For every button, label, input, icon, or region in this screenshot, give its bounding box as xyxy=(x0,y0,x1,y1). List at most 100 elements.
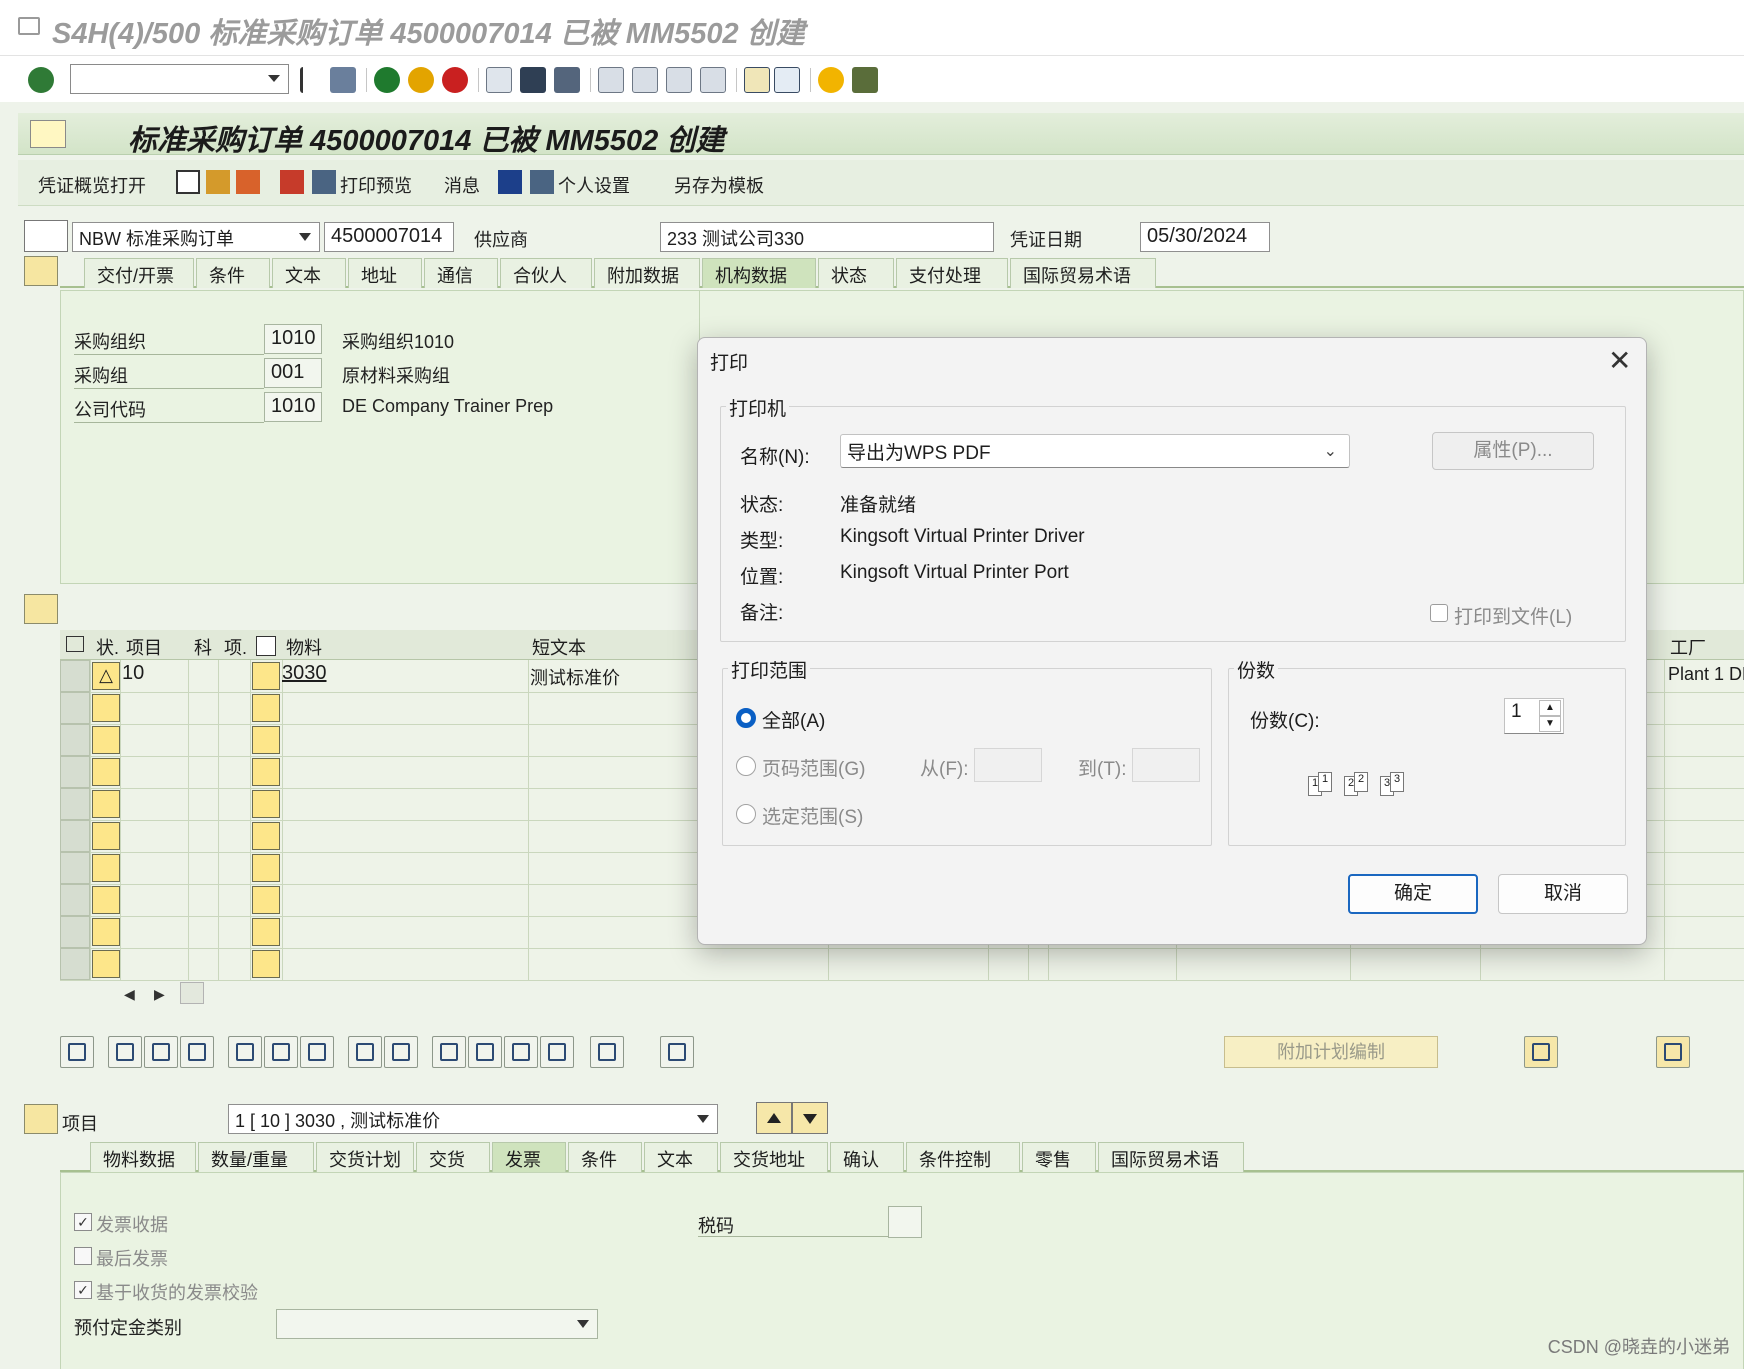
org-code-field[interactable]: 001 xyxy=(264,358,322,388)
item-cat-cell[interactable] xyxy=(252,886,280,914)
row-selector[interactable] xyxy=(60,884,90,916)
column-select-icon[interactable] xyxy=(256,636,276,656)
doc-date-field[interactable]: 05/30/2024 xyxy=(1140,222,1270,252)
col-short-text[interactable]: 短文本 xyxy=(528,630,590,660)
range-pages-radio[interactable] xyxy=(736,756,756,776)
po-number-field[interactable]: 4500007014 xyxy=(324,222,454,252)
delete-icon[interactable] xyxy=(228,1036,262,1068)
messages-button[interactable]: 消息 xyxy=(444,172,480,198)
print-to-file-checkbox[interactable] xyxy=(1430,604,1448,622)
item-tab-7[interactable]: 交货地址 xyxy=(720,1142,828,1172)
other-po-icon[interactable] xyxy=(236,170,260,194)
personal-settings-button[interactable]: 个人设置 xyxy=(558,172,630,198)
insert-row-icon[interactable] xyxy=(144,1036,178,1068)
row-selector[interactable] xyxy=(60,852,90,884)
back-icon[interactable] xyxy=(374,67,400,93)
col-account[interactable]: 科 xyxy=(190,630,216,660)
previous-item-button[interactable] xyxy=(756,1102,792,1134)
org-code-field[interactable]: 1010 xyxy=(264,392,322,422)
invoice-receipt-checkbox[interactable]: ✓ xyxy=(74,1213,92,1231)
status-cell[interactable] xyxy=(92,886,120,914)
item-tab-3[interactable]: 交货 xyxy=(416,1142,490,1172)
filter-set-icon[interactable] xyxy=(504,1036,538,1068)
status-cell[interactable] xyxy=(92,854,120,882)
header-tab-1[interactable]: 条件 xyxy=(196,258,270,288)
status-cell[interactable] xyxy=(92,918,120,946)
org-code-field[interactable]: 1010 xyxy=(264,324,322,354)
sum-icon[interactable] xyxy=(432,1036,466,1068)
status-cell[interactable] xyxy=(92,950,120,978)
header-tab-0[interactable]: 交付/开票 xyxy=(84,258,194,288)
print-preview-icon[interactable] xyxy=(312,170,336,194)
additional-planning-button[interactable]: 附加计划编制 xyxy=(1224,1036,1438,1068)
detail-icon[interactable] xyxy=(60,1036,94,1068)
from-page-input[interactable] xyxy=(974,748,1042,782)
vendor-field[interactable]: 233 测试公司330 xyxy=(660,222,994,252)
item-tab-8[interactable]: 确认 xyxy=(830,1142,904,1172)
item-tab-10[interactable]: 零售 xyxy=(1022,1142,1096,1172)
cancel-button[interactable]: 取消 xyxy=(1498,874,1628,914)
item-cat-cell[interactable] xyxy=(252,758,280,786)
gr-based-iv-checkbox[interactable]: ✓ xyxy=(74,1281,92,1299)
next-page-icon[interactable] xyxy=(666,67,692,93)
properties-button[interactable]: 属性(P)... xyxy=(1432,432,1594,470)
item-cat-cell[interactable] xyxy=(252,918,280,946)
copies-stepper[interactable]: 1 ▲ ▼ xyxy=(1504,698,1564,734)
cancel-icon[interactable] xyxy=(442,67,468,93)
item-tab-0[interactable]: 物料数据 xyxy=(90,1142,196,1172)
item-tab-11[interactable]: 国际贸易术语 xyxy=(1098,1142,1244,1172)
info-icon[interactable] xyxy=(498,170,522,194)
unlock-icon[interactable] xyxy=(300,1036,334,1068)
print-preview-button[interactable]: 打印预览 xyxy=(340,172,412,198)
status-cell[interactable] xyxy=(92,726,120,754)
back-arrow-icon[interactable] xyxy=(300,67,316,93)
scroll-left-icon[interactable]: ◀ xyxy=(124,986,135,1003)
item-tab-5[interactable]: 条件 xyxy=(568,1142,642,1172)
document-icon[interactable] xyxy=(30,120,66,148)
help-icon[interactable] xyxy=(818,67,844,93)
save-icon[interactable] xyxy=(330,67,356,93)
lock-icon[interactable] xyxy=(264,1036,298,1068)
item-cat-cell[interactable] xyxy=(252,694,280,722)
item-tab-4[interactable]: 发票 xyxy=(492,1142,566,1172)
expand-items-icon[interactable] xyxy=(24,594,58,624)
exit-icon[interactable] xyxy=(408,67,434,93)
stepper-down-icon[interactable]: ▼ xyxy=(1539,716,1561,732)
header-tab-9[interactable]: 支付处理 xyxy=(896,258,1008,288)
item-cat-cell[interactable] xyxy=(252,950,280,978)
export-icon[interactable] xyxy=(1656,1036,1690,1068)
col-plant[interactable]: 工厂 xyxy=(1666,630,1710,660)
copy-item-icon[interactable] xyxy=(108,1036,142,1068)
filter-icon[interactable] xyxy=(468,1036,502,1068)
item-tab-6[interactable]: 文本 xyxy=(644,1142,718,1172)
item-tab-2[interactable]: 交货计划 xyxy=(316,1142,414,1172)
create-icon[interactable] xyxy=(176,170,200,194)
close-icon[interactable]: ✕ xyxy=(1608,344,1631,377)
cart-icon[interactable] xyxy=(24,220,68,252)
downpayment-select[interactable] xyxy=(276,1309,598,1339)
shortcut-icon[interactable] xyxy=(774,67,800,93)
row-selector[interactable] xyxy=(60,660,90,692)
header-tab-10[interactable]: 国际贸易术语 xyxy=(1010,258,1156,288)
final-invoice-checkbox[interactable] xyxy=(74,1247,92,1265)
currency-icon[interactable] xyxy=(1524,1036,1558,1068)
col-status[interactable]: 状. xyxy=(92,630,123,660)
next-item-button[interactable] xyxy=(792,1102,828,1134)
row-selector[interactable] xyxy=(60,820,90,852)
doc-type-select[interactable]: NBW 标准采购订单 xyxy=(72,222,320,252)
change-icon[interactable] xyxy=(206,170,230,194)
text-icon[interactable] xyxy=(660,1036,694,1068)
table-settings-icon[interactable] xyxy=(66,636,84,652)
row-selector[interactable] xyxy=(60,788,90,820)
row-selector[interactable] xyxy=(60,948,90,980)
header-tab-7[interactable]: 机构数据 xyxy=(702,258,816,288)
ok-button[interactable]: 确定 xyxy=(1348,874,1478,914)
first-page-icon[interactable] xyxy=(598,67,624,93)
range-all-radio[interactable] xyxy=(736,708,756,728)
scroll-right-icon[interactable]: ▶ xyxy=(154,986,165,1003)
item-cat-cell[interactable] xyxy=(252,822,280,850)
command-field[interactable] xyxy=(70,64,289,94)
range-selection-radio[interactable] xyxy=(736,804,756,824)
check-icon[interactable] xyxy=(280,170,304,194)
col-item-cat[interactable]: 项. xyxy=(220,630,251,660)
